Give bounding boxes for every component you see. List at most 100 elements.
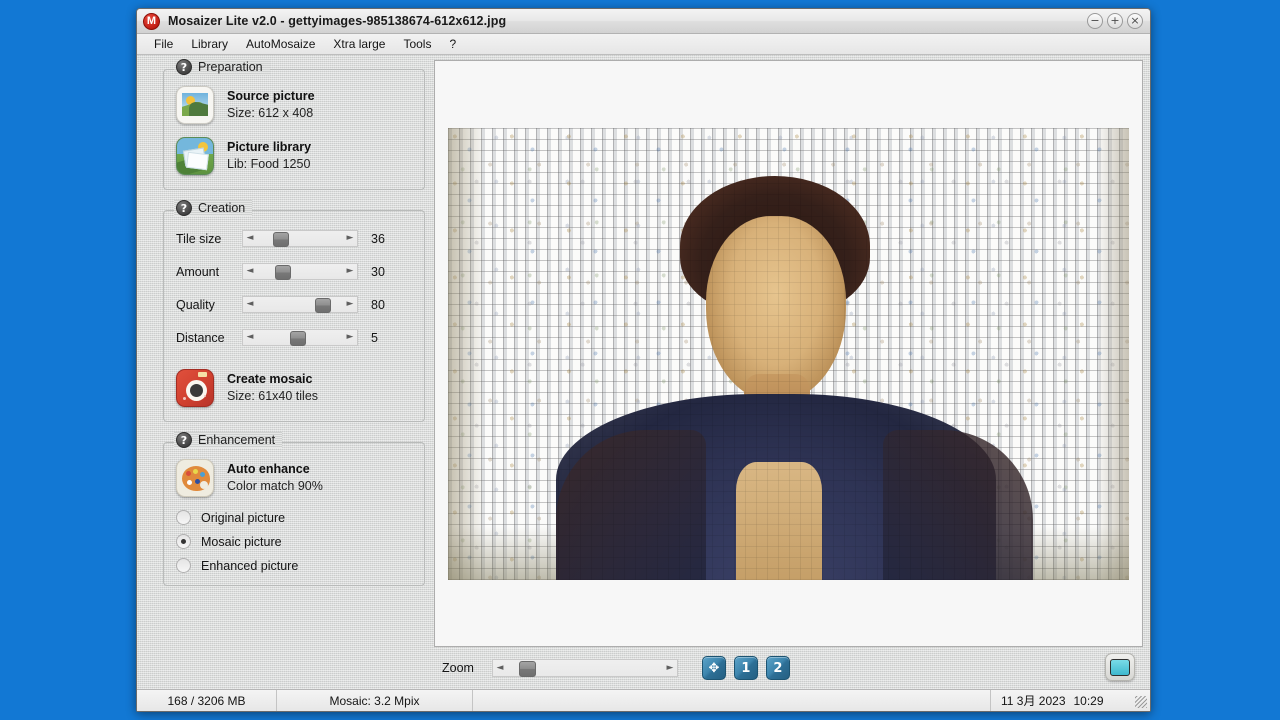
radio-indicator[interactable] xyxy=(176,510,191,525)
source-picture-icon xyxy=(176,86,214,124)
status-spare xyxy=(473,690,990,711)
enhancement-group-label: Enhancement xyxy=(198,433,276,447)
zoom-2-button[interactable]: 2 xyxy=(765,656,790,680)
menu-bar: File Library AutoMosaize Xtra large Tool… xyxy=(137,34,1150,55)
quality-increase-arrow[interactable]: ► xyxy=(343,297,357,312)
tile-size-value: 36 xyxy=(371,231,385,246)
picture-library-detail: Lib: Food 1250 xyxy=(227,157,311,171)
menu-automosaize[interactable]: AutoMosaize xyxy=(237,35,324,53)
zoom-decrease-arrow[interactable]: ◄ xyxy=(493,661,507,676)
tile-size-thumb[interactable] xyxy=(273,232,289,247)
source-picture-title: Source picture xyxy=(227,89,315,104)
amount-row: Amount ◄ ► 30 xyxy=(176,260,412,283)
distance-value: 5 xyxy=(371,330,378,345)
fit-to-window-icon[interactable]: ✥ xyxy=(701,656,726,680)
zoom-increase-arrow[interactable]: ► xyxy=(663,661,677,676)
radio-mosaic-picture[interactable]: Mosaic picture xyxy=(176,534,412,549)
resize-grip[interactable] xyxy=(1135,696,1147,708)
enhancement-group-header: ? Enhancement xyxy=(174,432,283,448)
create-mosaic-button[interactable]: Create mosaic Size: 61x40 tiles xyxy=(176,369,412,407)
amount-label: Amount xyxy=(176,264,220,279)
distance-row: Distance ◄ ► 5 xyxy=(176,326,412,349)
quality-row: Quality ◄ ► 80 xyxy=(176,293,412,316)
status-datetime: 11 3月 2023 10:29 xyxy=(990,690,1150,711)
right-panel: Zoom ◄ ► ✥ 1 2 xyxy=(433,55,1150,689)
quality-decrease-arrow[interactable]: ◄ xyxy=(243,297,257,312)
preparation-group-header: ? Preparation xyxy=(174,59,270,75)
zoom-label: Zoom xyxy=(442,661,474,675)
source-picture-button[interactable]: Source picture Size: 612 x 408 xyxy=(176,86,412,124)
preparation-group-label: Preparation xyxy=(198,60,263,74)
create-mosaic-title: Create mosaic xyxy=(227,372,313,387)
tile-size-row: Tile size ◄ ► 36 xyxy=(176,227,412,250)
zoom-thumb[interactable] xyxy=(518,661,536,677)
camera-icon xyxy=(176,369,214,407)
mosaic-tile-shadows xyxy=(448,127,1129,580)
left-panel: ? Preparation Source picture Size: 612 x… xyxy=(137,55,433,689)
auto-enhance-button[interactable]: Auto enhance Color match 90% xyxy=(176,459,412,497)
zoom-slider[interactable]: ◄ ► xyxy=(491,659,678,677)
amount-increase-arrow[interactable]: ► xyxy=(343,264,357,279)
distance-slider[interactable]: ◄ ► xyxy=(242,329,358,346)
radio-enhanced-picture-label: Enhanced picture xyxy=(201,558,299,573)
picture-library-button[interactable]: Picture library Lib: Food 1250 xyxy=(176,137,412,175)
source-picture-size: Size: 612 x 408 xyxy=(227,106,314,120)
amount-slider[interactable]: ◄ ► xyxy=(242,263,358,280)
zoom-1-button[interactable]: 1 xyxy=(733,656,758,680)
picture-library-icon xyxy=(176,137,214,175)
tile-size-slider[interactable]: ◄ ► xyxy=(242,230,358,247)
quality-slider[interactable]: ◄ ► xyxy=(242,296,358,313)
title-bar: M Mosaizer Lite v2.0 - gettyimages-98513… xyxy=(137,9,1150,34)
help-icon[interactable]: ? xyxy=(176,200,192,216)
creation-group-label: Creation xyxy=(198,201,246,215)
tile-size-increase-arrow[interactable]: ► xyxy=(343,231,357,246)
help-icon[interactable]: ? xyxy=(176,59,192,75)
menu-xtra-large[interactable]: Xtra large xyxy=(324,35,394,53)
mosaizer-logo-icon: M xyxy=(143,12,160,30)
radio-indicator-selected[interactable] xyxy=(176,534,191,549)
auto-enhance-detail: Color match 90% xyxy=(227,479,323,493)
quality-thumb[interactable] xyxy=(315,298,331,313)
amount-thumb[interactable] xyxy=(275,265,291,280)
preview-canvas[interactable] xyxy=(434,60,1143,647)
distance-thumb[interactable] xyxy=(290,331,306,346)
radio-mosaic-picture-label: Mosaic picture xyxy=(201,534,282,549)
tile-size-decrease-arrow[interactable]: ◄ xyxy=(243,231,257,246)
maximize-button[interactable]: + xyxy=(1107,13,1123,29)
tile-size-label: Tile size xyxy=(176,231,222,246)
window-body: ? Preparation Source picture Size: 612 x… xyxy=(137,55,1150,689)
zoom-buttons: ✥ 1 2 xyxy=(701,656,790,680)
quality-value: 80 xyxy=(371,297,385,312)
status-date: 11 3月 2023 xyxy=(1001,694,1066,708)
mosaizer-window: M Mosaizer Lite v2.0 - gettyimages-98513… xyxy=(136,8,1151,712)
menu-help[interactable]: ? xyxy=(440,35,465,53)
status-bar: 168 / 3206 MB Mosaic: 3.2 Mpix 11 3月 202… xyxy=(137,689,1150,711)
radio-original-picture[interactable]: Original picture xyxy=(176,510,412,525)
radio-indicator[interactable] xyxy=(176,558,191,573)
create-mosaic-detail: Size: 61x40 tiles xyxy=(227,389,319,403)
distance-decrease-arrow[interactable]: ◄ xyxy=(243,330,257,345)
mosaic-image[interactable] xyxy=(448,127,1129,580)
amount-value: 30 xyxy=(371,264,385,279)
close-button[interactable]: × xyxy=(1127,13,1143,29)
status-memory: 168 / 3206 MB xyxy=(137,690,277,711)
monitor-icon[interactable] xyxy=(1105,653,1135,681)
preparation-group: ? Preparation Source picture Size: 612 x… xyxy=(163,59,425,190)
menu-file[interactable]: File xyxy=(145,35,182,53)
window-title: Mosaizer Lite v2.0 - gettyimages-9851386… xyxy=(168,14,507,28)
palette-icon xyxy=(176,459,214,497)
auto-enhance-title: Auto enhance xyxy=(227,462,310,477)
amount-decrease-arrow[interactable]: ◄ xyxy=(243,264,257,279)
menu-tools[interactable]: Tools xyxy=(394,35,440,53)
menu-library[interactable]: Library xyxy=(182,35,237,53)
help-icon[interactable]: ? xyxy=(176,432,192,448)
creation-group: ? Creation Tile size ◄ ► 36 Amount ◄ ► 3… xyxy=(163,200,425,422)
enhancement-group: ? Enhancement Auto enhance Color match 9… xyxy=(163,432,425,586)
desktop-background: M Mosaizer Lite v2.0 - gettyimages-98513… xyxy=(0,0,1280,720)
radio-enhanced-picture[interactable]: Enhanced picture xyxy=(176,558,412,573)
minimize-button[interactable]: − xyxy=(1087,13,1103,29)
distance-increase-arrow[interactable]: ► xyxy=(343,330,357,345)
window-controls: − + × xyxy=(1087,13,1143,29)
radio-original-picture-label: Original picture xyxy=(201,510,286,525)
status-mosaic-size: Mosaic: 3.2 Mpix xyxy=(277,690,473,711)
